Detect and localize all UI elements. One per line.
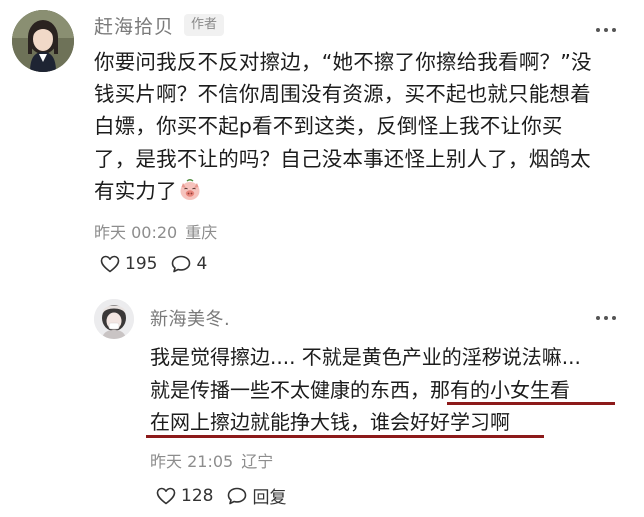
reply-count: 4	[196, 254, 208, 274]
comment-text: 你要问我反不反对擦边，“她不擦了你擦给我看啊？”没 钱买片啊？不信你周围没有资源…	[94, 46, 624, 207]
like-button[interactable]: 195	[100, 254, 157, 274]
author-row: 赶海拾贝 作者	[94, 12, 225, 39]
reply-time: 昨天 21:05	[150, 452, 234, 471]
reply-actions: 128 回复	[156, 483, 286, 508]
pig-face-emoji-icon	[178, 178, 202, 202]
reply-author-name[interactable]: 新海美冬.	[150, 305, 230, 331]
reply-like-count: 128	[181, 485, 214, 506]
reply-author-avatar[interactable]	[94, 299, 134, 339]
comment-actions: 195 4	[100, 254, 207, 274]
author-name[interactable]: 赶海拾贝	[94, 12, 174, 39]
reply-like-button[interactable]: 128	[156, 486, 213, 506]
reply-meta: 昨天 21:05 辽宁	[150, 448, 273, 472]
reply-text: 我是觉得擦边.... 不就是黄色产业的淫秽说法嘛... 就是传播一些不太健康的东…	[150, 341, 620, 439]
comment-text-line: 钱买片啊？不信你周围没有资源，买不起也就只能想着	[94, 82, 591, 107]
more-options-icon[interactable]	[590, 20, 622, 40]
comment-text-line: 你要问我反不反对擦边，“她不擦了你擦给我看啊？”没	[94, 50, 592, 74]
reply-highlighted-text: 那有的小女生看	[430, 377, 570, 402]
comment-text-line: 有实力了	[94, 175, 624, 207]
comment-text-line: 白嫖，你买不起p看不到这类，反倒怪上我不让你买	[94, 114, 563, 139]
like-count: 195	[125, 254, 158, 274]
author-avatar[interactable]	[12, 10, 74, 72]
reply-more-options-icon[interactable]	[590, 308, 622, 328]
reply-text-line: 我是觉得擦边.... 不就是黄色产业的淫秽说法嘛...	[150, 345, 581, 369]
reply-count-button[interactable]: 4	[171, 254, 207, 274]
comment-meta: 昨天 00:20 重庆	[94, 219, 217, 243]
heart-icon	[156, 487, 176, 504]
comment-text-last: 有实力了	[94, 178, 177, 203]
underline-annotation	[447, 402, 615, 405]
reply-button[interactable]: 回复	[227, 483, 286, 508]
heart-icon	[100, 255, 120, 273]
reply-text-segment: 就是传播一些不太健康的东西，	[150, 377, 430, 402]
comment-bubble-icon	[172, 255, 191, 273]
reply-text-line: 在网上擦边就能挣大钱，谁会好好学习啊	[150, 410, 510, 434]
underline-annotation	[146, 435, 544, 438]
comment-bubble-icon	[228, 487, 247, 504]
reply-location: 辽宁	[241, 452, 274, 471]
reply-button-label: 回复	[252, 488, 287, 508]
comment-location: 重庆	[185, 223, 218, 242]
author-badge: 作者	[184, 14, 225, 36]
comment-text-line: 了，是我不让的吗？自己没本事还怪上别人了，烟鸽太	[94, 146, 591, 171]
comment-time: 昨天 00:20	[94, 223, 178, 242]
